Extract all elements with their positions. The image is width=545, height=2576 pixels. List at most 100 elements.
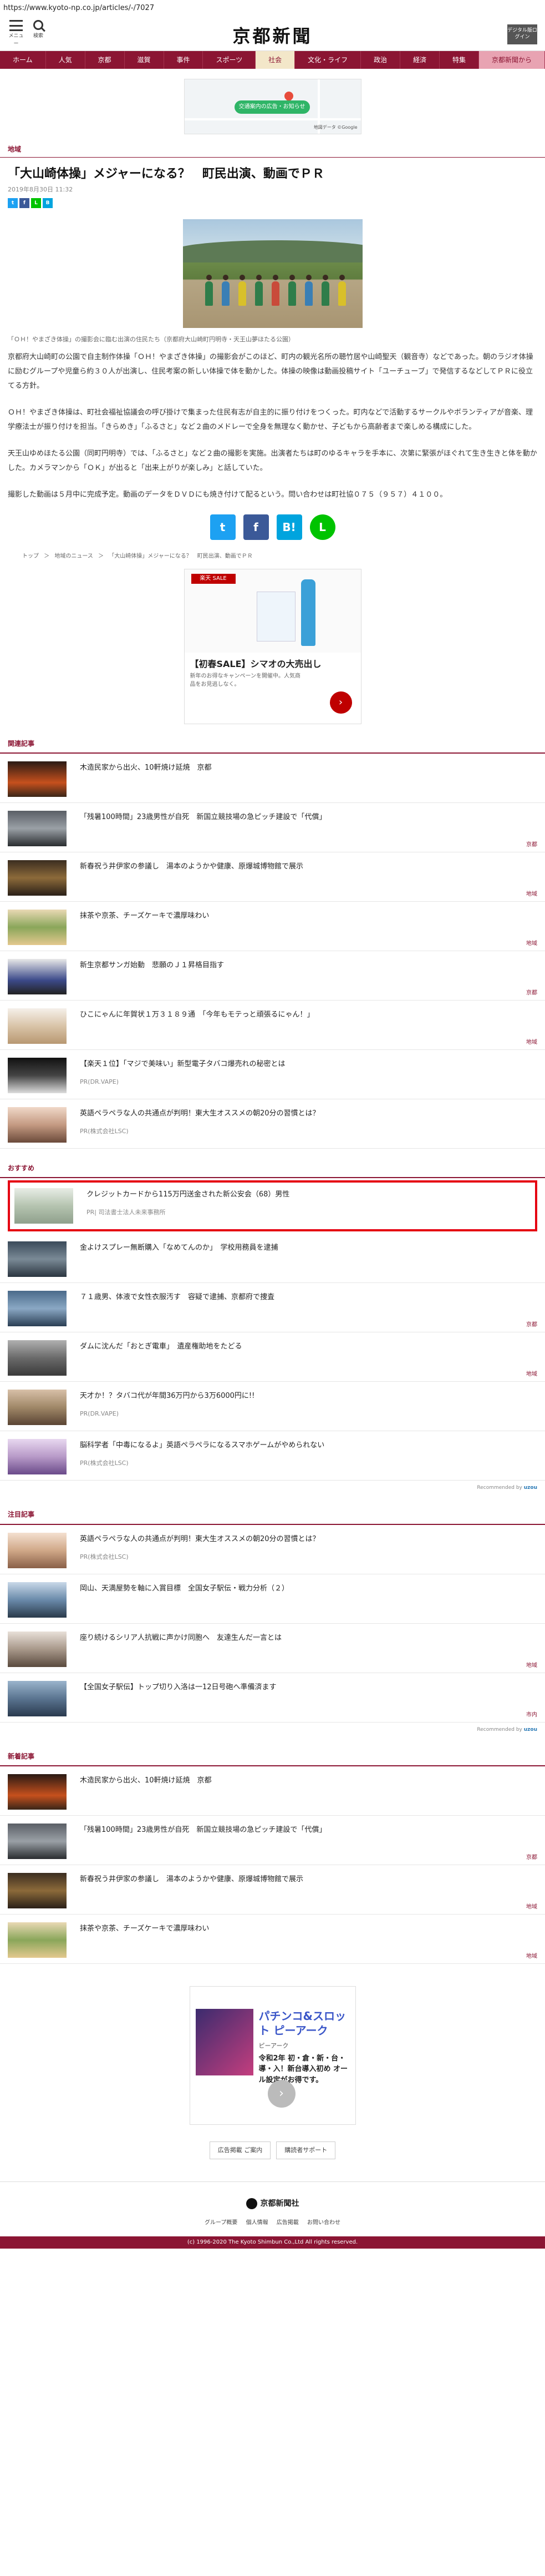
list-item[interactable]: 英語ペラペラな人の共通点が判明！東大生オススメの朝20分の習慣とは？ PR(株式会… xyxy=(0,1525,545,1574)
nav-kyoto[interactable]: 京都 xyxy=(85,51,125,69)
thumbnail xyxy=(8,909,67,945)
thumbnail xyxy=(8,1107,67,1143)
list-item[interactable]: 木造民家から出火、10軒焼け延焼 京都 xyxy=(0,754,545,803)
photo-caption: 「ＯＨ！やまざき体操」の撮影会に臨む出演の住民たち（京都府大山崎町円明寺・天王山… xyxy=(8,335,294,343)
breadcrumb-region[interactable]: 地域のニュース xyxy=(54,553,93,559)
list-item[interactable]: 新春祝う井伊家の参議し 湯本のようかや健康、原爆城博物館で展示 地域 xyxy=(0,1865,545,1915)
recommended-by[interactable]: Recommended by uzou xyxy=(0,1723,545,1737)
nav-incident[interactable]: 事件 xyxy=(164,51,203,69)
list-item[interactable]: 新生京都サンガ始動 悲願のＪ１昇格目指す 京都 xyxy=(0,951,545,1001)
list-item[interactable]: 岡山、天満屋勢を軸に入賞目標 全国女子駅伝・戦力分析（２） xyxy=(0,1574,545,1624)
list-item[interactable]: 抹茶や京茶、チーズケーキで濃厚味わい 地域 xyxy=(0,902,545,951)
list-item[interactable]: 抹茶や京茶、チーズケーキで濃厚味わい 地域 xyxy=(0,1915,545,1964)
article-paragraph: 京都府大山崎町の公園で自主制作体操「ＯＨ！やまざき体操」の撮影会がこのほど、町内… xyxy=(8,352,533,390)
footer-link[interactable]: お問い合わせ xyxy=(307,2220,340,2226)
thumbnail xyxy=(8,1389,67,1425)
latest-list: 木造民家から出火、10軒焼け延焼 京都 「残暑100時間」23歳男性が自死 新国… xyxy=(0,1766,545,1964)
article-paragraph: ＯＨ！やまざき体操は、町社会福祉協議会の呼び掛けで集まった住民有志が自主的に振り… xyxy=(8,408,533,431)
site-header: メニュー 検索 京都新聞 デジタル版ログイン xyxy=(0,17,545,51)
thumbnail xyxy=(8,1290,67,1326)
recommended-by[interactable]: Recommended by uzou xyxy=(0,1481,545,1495)
nav-culture[interactable]: 文化・ライフ xyxy=(295,51,361,69)
site-logo[interactable]: 京都新聞 xyxy=(0,22,545,50)
list-item[interactable]: 新春祝う井伊家の参議し 湯本のようかや健康、原爆城博物館で展示 地域 xyxy=(0,852,545,902)
footer-link[interactable]: グループ概要 xyxy=(205,2220,237,2226)
list-item[interactable]: ７１歳男、体液で女性衣服汚す 容疑で逮捕、京都府で捜査 京都 xyxy=(0,1283,545,1332)
thumbnail xyxy=(8,1241,67,1277)
map-road xyxy=(184,118,361,120)
ad-title[interactable]: 【初春SALE】シマオの大売出し xyxy=(185,653,361,673)
article-photo xyxy=(182,219,363,328)
article-title: 「大山崎体操」メジャーになる？ 町民出演、動画でＰＲ xyxy=(8,167,324,181)
url-bar[interactable]: https://www.kyoto-np.co.jp/articles/-/70… xyxy=(0,0,545,17)
facebook-icon[interactable]: f xyxy=(19,198,29,208)
ad-badge: 楽天 SALE xyxy=(191,573,236,584)
nav-society[interactable]: 社会 xyxy=(256,51,296,69)
hatena-share-icon[interactable]: B! xyxy=(276,514,302,540)
ad-description: 新年のお得なキャンペーンを開催中。人気商品をお見逃しなく。 xyxy=(190,673,301,688)
ad-pill[interactable]: 交通案内の広告・お知らせ xyxy=(234,100,310,114)
article-body: 京都府大山崎町の公園で自主制作体操「ＯＨ！やまざき体操」の撮影会がこのほど、町内… xyxy=(0,350,545,502)
list-item[interactable]: 座り続けるシリア人抗戦に声かけ同胞へ 友達生んだ一言とは 地域 xyxy=(0,1624,545,1673)
list-item[interactable]: ひこにゃんに年賀状１万３１８９通 「今年もモテっと頑張るにゃん！」 地域 xyxy=(0,1001,545,1050)
list-item[interactable]: 脳科学者「中毒になるよ」英語ペラペラになるスマホゲームがやめられない PR(株式会… xyxy=(0,1431,545,1481)
recommend-list: クレジットカードから115万円送金された新公安会（68）男性 PR| 司法書士法人… xyxy=(0,1180,545,1481)
ad-arrow-icon[interactable]: › xyxy=(267,2080,296,2108)
ad-sub: ピーアーク xyxy=(258,2042,289,2050)
ad-banner-map[interactable]: 交通案内の広告・お知らせ 地図データ ©Google xyxy=(184,79,361,134)
recommend-heading: おすすめ xyxy=(0,1163,545,1178)
nav-shiga[interactable]: 滋賀 xyxy=(125,51,164,69)
nav-sports[interactable]: スポーツ xyxy=(203,51,256,69)
twitter-icon[interactable]: t xyxy=(8,198,18,208)
footer-link[interactable]: 広告掲載 xyxy=(277,2220,299,2226)
ad-product-image: 楽天 SALE xyxy=(184,569,361,653)
footer-link[interactable]: 個人情報 xyxy=(246,2220,268,2226)
ad-arrow-icon[interactable]: › xyxy=(329,691,352,714)
nav-popular[interactable]: 人気 xyxy=(46,51,85,69)
nav-economy[interactable]: 経済 xyxy=(400,51,440,69)
list-item[interactable]: 天才か！？タバコ代が年間36万円から3万6000円に!! PR(DR.VAPE) xyxy=(0,1382,545,1431)
list-item[interactable]: 木造民家から出火、10軒焼け延焼 京都 xyxy=(0,1766,545,1816)
line-icon[interactable]: L xyxy=(31,198,41,208)
nav-special[interactable]: 特集 xyxy=(440,51,480,69)
uzou-logo: uzou xyxy=(523,1484,537,1491)
thumbnail xyxy=(8,1340,67,1376)
share-bar-bottom: t f B! L xyxy=(0,514,545,540)
ad-rakuten[interactable]: 楽天 SALE 【初春SALE】シマオの大売出し 新年のお得なキャンペーンを開催… xyxy=(184,568,361,724)
footer-brand[interactable]: 京都新聞社 xyxy=(0,2181,545,2219)
nav-home[interactable]: ホーム xyxy=(0,51,46,69)
line-share-icon[interactable]: L xyxy=(309,514,335,540)
digital-login-button[interactable]: デジタル版ログイン xyxy=(507,24,537,44)
breadcrumb-top[interactable]: トップ xyxy=(22,553,39,559)
ad-headline[interactable]: パチンコ&スロット ピーアーク xyxy=(259,2009,350,2038)
list-item[interactable]: 【楽天１位】「マジで美味い」新型電子タバコ爆売れの秘密とは PR(DR.VAPE) xyxy=(0,1050,545,1099)
list-item[interactable]: 英語ペラペラな人の共通点が判明！東大生オススメの朝20分の習慣とは？ PR(株式会… xyxy=(0,1099,545,1149)
footer-buttons: 広告掲載 ご案内 購読者サポート xyxy=(0,2141,545,2159)
twitter-share-icon[interactable]: t xyxy=(210,514,236,540)
hatena-icon[interactable]: B xyxy=(43,198,53,208)
breadcrumb-sep: ＞ xyxy=(98,553,104,559)
list-item-highlighted[interactable]: クレジットカードから115万円送金された新公安会（68）男性 PR| 司法書士法人… xyxy=(8,1180,537,1231)
facebook-share-icon[interactable]: f xyxy=(243,514,269,540)
list-item[interactable]: 金よけスプレー無断購入「なめてんのか」 学校用務員を逮捕 xyxy=(0,1234,545,1283)
breadcrumb-sep: ＞ xyxy=(44,553,50,559)
nav-politics[interactable]: 政治 xyxy=(361,51,401,69)
nav-from-kyoto[interactable]: 京都新聞から xyxy=(479,51,545,69)
ad-desc: 令和2年 初・倉・新・台・導・入！新台導入初め オール設定がお得です。 xyxy=(258,2054,348,2084)
attention-list: 英語ペラペラな人の共通点が判明！東大生オススメの朝20分の習慣とは？ PR(株式会… xyxy=(0,1525,545,1723)
ad-product-box xyxy=(256,591,296,642)
copyright: (c) 1996-2020 The Kyoto Shimbun Co.,Ltd … xyxy=(0,2236,545,2249)
list-item[interactable]: 「残暑100時間」23歳男性が自死 新国立競技場の急ピッチ建設で「代償」 京都 xyxy=(0,803,545,852)
thumbnail xyxy=(8,1824,67,1860)
list-item[interactable]: 【全国女子駅伝】トップ切り入洛は一12日号砲へ準備済ます 市内 xyxy=(0,1673,545,1723)
thumbnail xyxy=(8,1774,67,1810)
uzou-logo: uzou xyxy=(523,1726,537,1733)
list-item[interactable]: 「残暑100時間」23歳男性が自死 新国立競技場の急ピッチ建設で「代償」 京都 xyxy=(0,1816,545,1866)
thumbnail xyxy=(8,1532,67,1568)
subscriber-support-link[interactable]: 購読者サポート xyxy=(276,2141,336,2159)
ad-info-link[interactable]: 広告掲載 ご案内 xyxy=(209,2141,271,2159)
share-bar-top: t f L B xyxy=(0,195,545,211)
thumbnail xyxy=(8,1680,67,1716)
list-item[interactable]: ダムに沈んだ「おとぎ電車」 遺産権助地をたどる 地域 xyxy=(0,1332,545,1382)
ad-pachinko[interactable]: パチンコ&スロット ピーアーク ピーアーク 令和2年 初・倉・新・台・導・入！新… xyxy=(189,1986,356,2125)
